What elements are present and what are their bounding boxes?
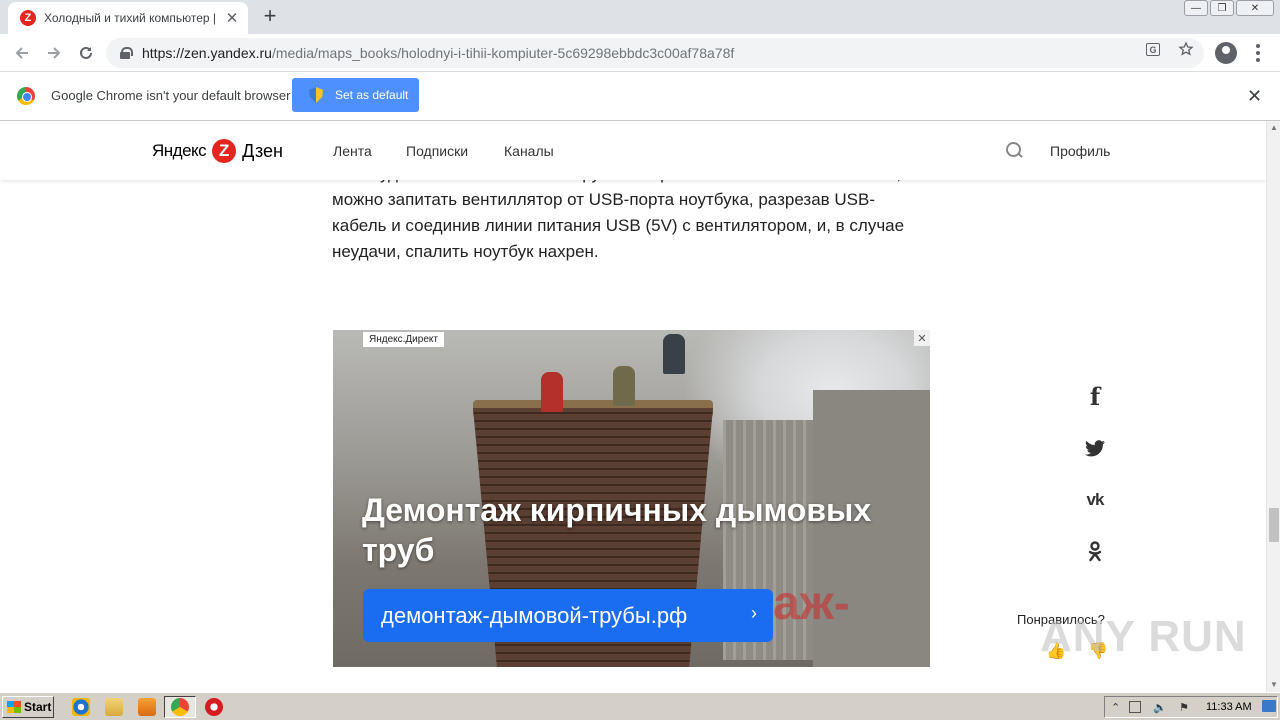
odnoklassniki-share-icon[interactable] bbox=[1084, 541, 1106, 563]
volume-icon[interactable]: 🔈 bbox=[1153, 701, 1167, 714]
back-arrow-icon bbox=[15, 47, 28, 59]
internet-explorer-icon[interactable] bbox=[72, 698, 90, 716]
ad-source-label: Яндекс.Директ bbox=[363, 332, 444, 347]
default-browser-infobar: Google Chrome isn't your default browser… bbox=[0, 72, 1280, 121]
reload-button[interactable] bbox=[74, 41, 98, 65]
scroll-down-icon[interactable]: ▼ bbox=[1270, 680, 1278, 689]
chrome-logo-icon bbox=[17, 87, 35, 105]
ad-cta-button[interactable]: демонтаж-дымовой-трубы.рф › bbox=[363, 589, 773, 642]
reload-icon bbox=[80, 46, 92, 59]
article-line: можно запитать вентиллятор от USB-порта … bbox=[332, 190, 876, 209]
address-bar[interactable]: https://zen.yandex.ru/media/maps_books/h… bbox=[106, 38, 1204, 68]
translate-icon[interactable]: G bbox=[1146, 43, 1160, 56]
tab-close-icon[interactable]: ✕ bbox=[224, 9, 240, 27]
new-tab-button[interactable]: + bbox=[258, 4, 282, 28]
infobar-message: Google Chrome isn't your default browser bbox=[51, 88, 291, 103]
web-page: Яндекс Z Дзен Лента Подписки Каналы Проф… bbox=[0, 121, 1266, 692]
ad-bg-worker bbox=[613, 366, 635, 406]
show-desktop-icon[interactable] bbox=[1262, 700, 1276, 712]
chrome-menu-icon[interactable] bbox=[1254, 44, 1262, 62]
ad-cta-label: демонтаж-дымовой-трубы.рф bbox=[381, 602, 688, 628]
nav-subscriptions[interactable]: Подписки bbox=[406, 143, 468, 159]
search-icon[interactable] bbox=[1006, 142, 1024, 160]
window-close-button[interactable]: ✕ bbox=[1236, 0, 1274, 16]
url-text[interactable]: https://zen.yandex.ru/media/maps_books/h… bbox=[142, 45, 734, 61]
action-center-flag-icon[interactable]: ⚑ bbox=[1179, 701, 1191, 714]
twitter-share-icon[interactable] bbox=[1084, 437, 1106, 459]
browser-toolbar: https://zen.yandex.ru/media/maps_books/h… bbox=[0, 34, 1280, 72]
nav-feed[interactable]: Лента bbox=[333, 143, 372, 159]
infobar-close-icon[interactable]: ✕ bbox=[1247, 86, 1262, 107]
minimize-button[interactable]: — bbox=[1184, 0, 1208, 16]
system-tray: ⌃ 🔈 ⚑ bbox=[1104, 696, 1278, 718]
anyrun-watermark: ANY RUN bbox=[1040, 612, 1247, 661]
ad-bg-worker bbox=[541, 372, 563, 412]
yandex-direct-ad[interactable]: аж- Яндекс.Директ ✕ Демонтаж кирпичных д… bbox=[333, 330, 930, 667]
network-icon[interactable] bbox=[1129, 701, 1141, 713]
logo-yandex-text: Яндекс bbox=[152, 141, 207, 160]
zen-favicon-icon: Z bbox=[20, 10, 36, 26]
media-player-icon[interactable] bbox=[138, 698, 156, 716]
forward-arrow-icon bbox=[48, 47, 61, 59]
back-button[interactable] bbox=[10, 41, 34, 65]
browser-tab[interactable]: Z Холодный и тихий компьютер | Ка ✕ bbox=[8, 2, 248, 34]
account-avatar-icon[interactable] bbox=[1215, 42, 1237, 64]
tab-title: Холодный и тихий компьютер | Ка bbox=[44, 11, 220, 25]
yandex-zen-logo[interactable]: Яндекс Z Дзен bbox=[152, 139, 283, 163]
screen: Z Холодный и тихий компьютер | Ка ✕ + — … bbox=[0, 0, 1280, 720]
chrome-taskbar-button[interactable] bbox=[164, 696, 196, 718]
opera-icon[interactable] bbox=[205, 698, 223, 716]
tab-strip: Z Холодный и тихий компьютер | Ка ✕ + — … bbox=[0, 0, 1280, 34]
ad-bg-text: аж- bbox=[773, 577, 850, 630]
scroll-up-icon[interactable]: ▲ bbox=[1270, 123, 1278, 132]
lock-icon[interactable] bbox=[120, 47, 133, 59]
ad-close-icon[interactable]: ✕ bbox=[914, 330, 930, 346]
profile-link[interactable]: Профиль bbox=[1050, 143, 1110, 159]
windows-flag-icon bbox=[7, 701, 21, 713]
ad-headline[interactable]: Демонтаж кирпичных дымовых труб bbox=[362, 490, 922, 570]
uac-shield-icon bbox=[309, 87, 323, 103]
facebook-share-icon[interactable]: f bbox=[1084, 382, 1106, 411]
taskbar-clock[interactable]: 11:33 AM bbox=[1206, 701, 1252, 713]
set-as-default-label: Set as default bbox=[335, 88, 409, 102]
nav-channels[interactable]: Каналы bbox=[504, 143, 554, 159]
zen-header: Яндекс Z Дзен Лента Подписки Каналы Проф… bbox=[0, 121, 1266, 180]
bookmark-star-icon[interactable] bbox=[1176, 39, 1196, 59]
tray-expand-icon[interactable]: ⌃ bbox=[1111, 701, 1123, 714]
logo-zen-text: Дзен bbox=[242, 140, 283, 161]
restore-button[interactable]: ❐ bbox=[1210, 0, 1234, 16]
chevron-right-icon: › bbox=[751, 603, 757, 623]
start-button[interactable]: Start bbox=[2, 696, 54, 718]
forward-button[interactable] bbox=[42, 41, 66, 65]
article-line: кабель и соединив линии питания USB (5V)… bbox=[332, 216, 905, 235]
windows-taskbar: Start ⌃ 🔈 ⚑ 11:33 AM bbox=[0, 692, 1280, 720]
zen-logo-icon: Z bbox=[212, 139, 237, 163]
start-label: Start bbox=[24, 700, 52, 714]
set-as-default-button[interactable]: Set as default bbox=[292, 78, 419, 112]
ad-bg-worker bbox=[663, 334, 685, 374]
vk-share-icon[interactable]: vk bbox=[1084, 489, 1106, 511]
article-line: неудачи, спалить ноутбук нахрен. bbox=[332, 242, 599, 261]
explorer-folder-icon[interactable] bbox=[105, 698, 123, 716]
scrollbar-thumb[interactable] bbox=[1269, 508, 1279, 542]
page-scrollbar[interactable]: ▲ ▼ bbox=[1266, 121, 1280, 692]
chrome-icon bbox=[171, 698, 189, 716]
